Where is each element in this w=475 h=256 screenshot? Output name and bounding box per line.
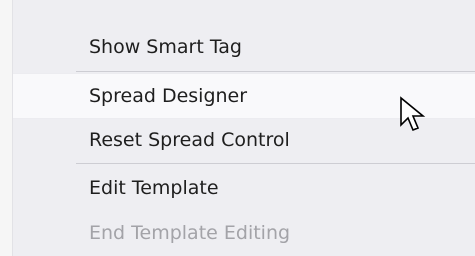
menu-item-label: Edit Template bbox=[89, 177, 219, 199]
menu-item-label: Reset Spread Control bbox=[89, 129, 290, 151]
menu-separator bbox=[76, 163, 475, 164]
menu-item-label: Spread Designer bbox=[89, 85, 248, 107]
menu-separator bbox=[76, 71, 475, 72]
menu-item-end-template-editing: End Template Editing bbox=[76, 210, 475, 256]
arrow-pointer-icon bbox=[400, 96, 426, 132]
menu-item-label: Show Smart Tag bbox=[89, 36, 242, 58]
menu-item-show-smart-tag[interactable]: Show Smart Tag bbox=[76, 24, 475, 70]
menu-item-edit-template[interactable]: Edit Template bbox=[76, 165, 475, 211]
menu-item-label: End Template Editing bbox=[89, 222, 291, 244]
menu-left-border bbox=[0, 0, 13, 256]
context-menu: Show Smart Tag Spread Designer Reset Spr… bbox=[0, 0, 475, 256]
